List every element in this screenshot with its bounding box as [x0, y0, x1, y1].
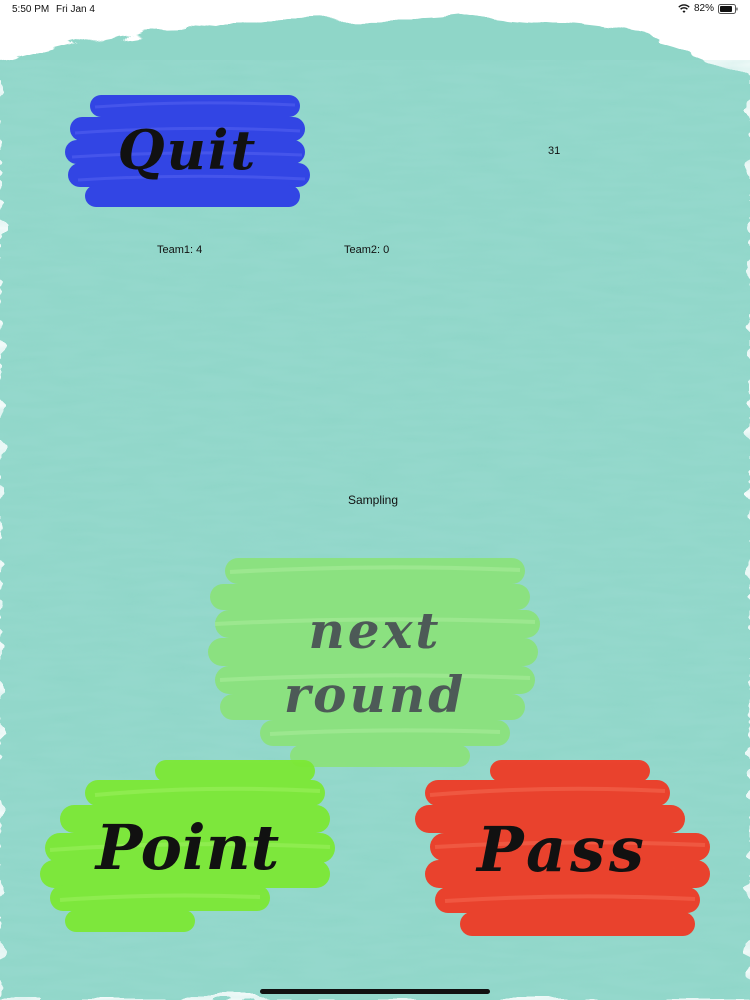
next-round-paint-stroke	[208, 558, 540, 767]
game-status-label: Sampling	[348, 493, 399, 507]
quit-button[interactable]: Quit	[60, 85, 315, 215]
team2-score: Team2: 0	[344, 244, 390, 256]
point-button[interactable]: Point	[35, 755, 340, 940]
game-screen: 5:50 PM Fri Jan 4 82% Quit 31 Team1: 4 T…	[0, 0, 750, 1000]
status-date: Fri Jan 4	[56, 4, 95, 15]
home-indicator[interactable]	[260, 989, 490, 994]
point-paint-stroke	[40, 760, 335, 932]
team1-score: Team1: 4	[157, 244, 203, 256]
status-time: 5:50 PM	[12, 4, 50, 15]
pass-paint-stroke	[415, 760, 710, 936]
battery-icon	[718, 3, 738, 14]
pass-button[interactable]: Pass	[410, 755, 715, 945]
status-bar: 5:50 PM Fri Jan 4 82%	[0, 0, 750, 20]
next-round-button[interactable]: next round	[200, 550, 550, 775]
round-timer: 31	[548, 145, 561, 157]
wifi-icon	[678, 3, 690, 13]
status-indicators: 82%	[678, 3, 738, 14]
battery-percent: 82%	[693, 3, 714, 14]
quit-paint-stroke	[65, 95, 310, 207]
